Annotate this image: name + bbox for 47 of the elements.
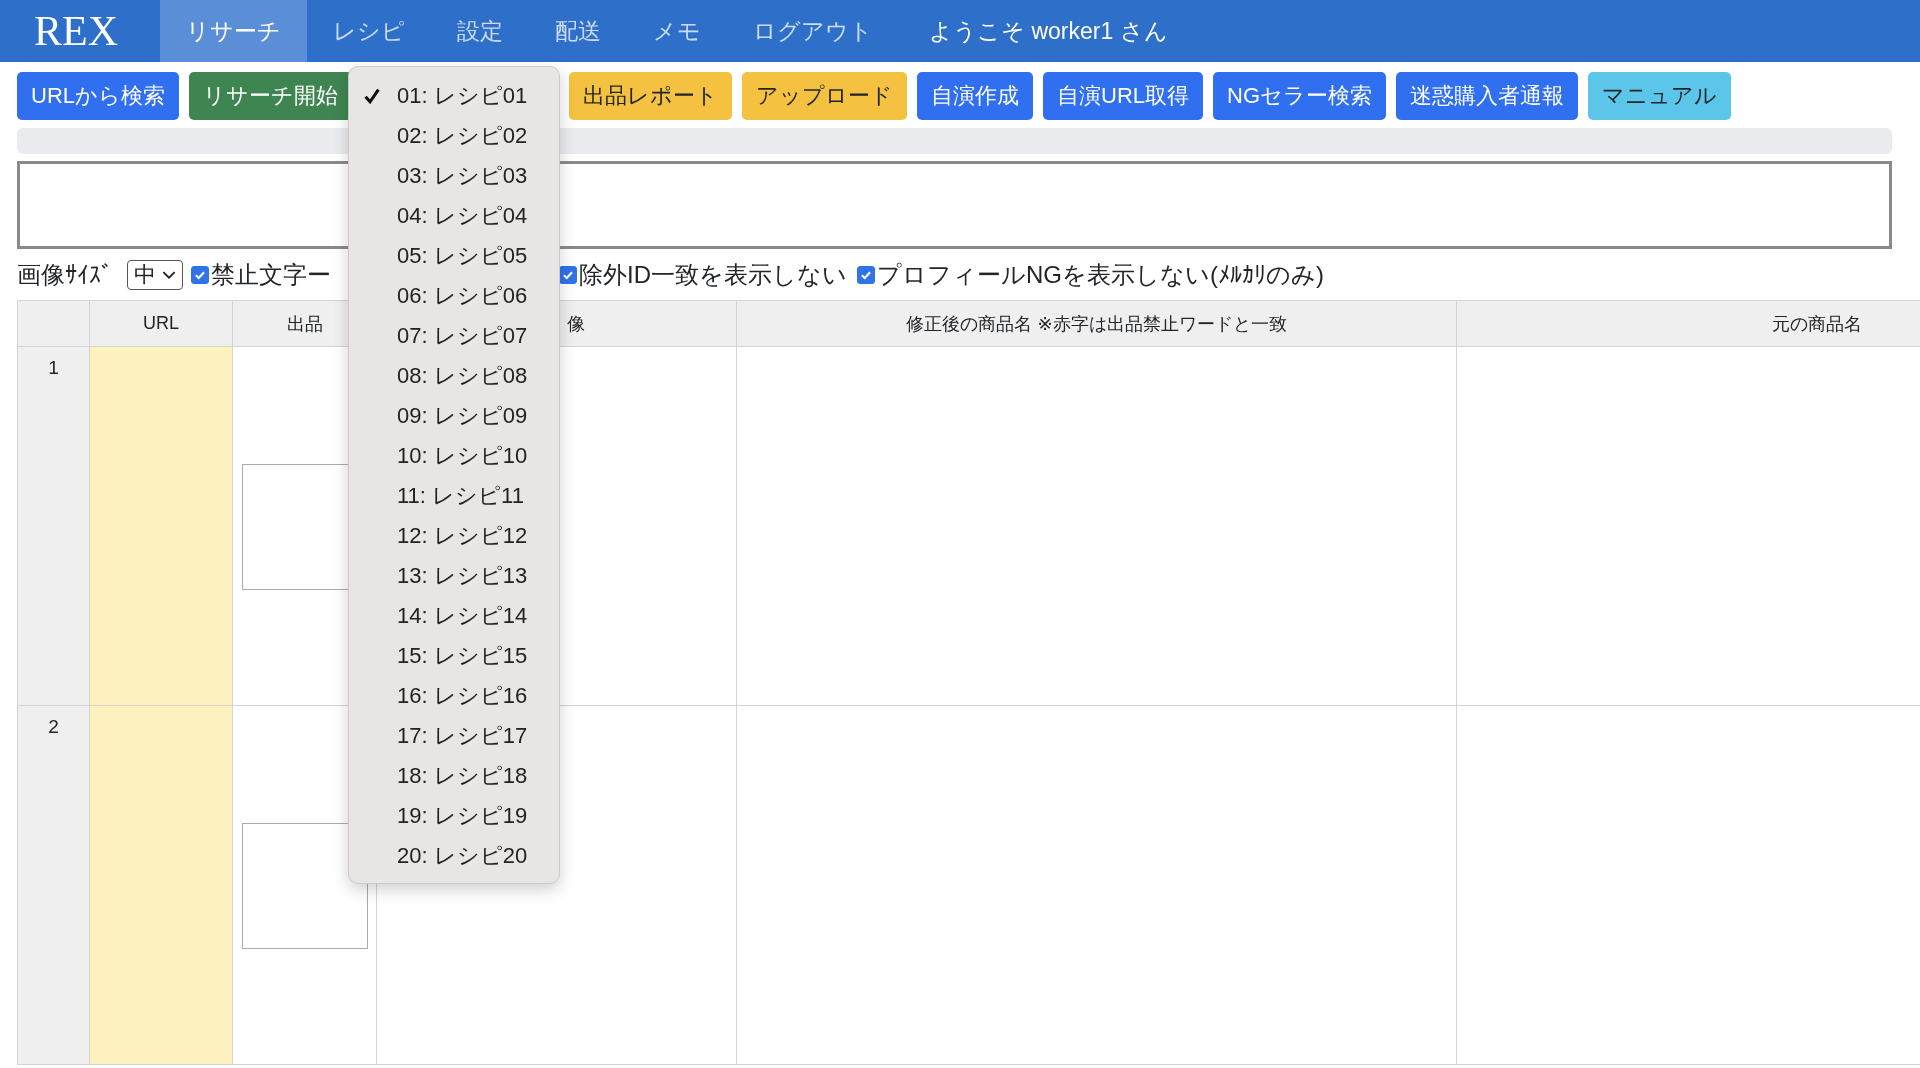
checkbox-label: 禁止文字ー — [211, 260, 331, 290]
menu-item[interactable]: 05: レシピ05 — [349, 236, 559, 276]
menu-item[interactable]: 20: レシピ20 — [349, 836, 559, 876]
action-button[interactable]: URLから検索 — [17, 72, 179, 120]
logo[interactable]: REX — [0, 0, 160, 62]
menu-item[interactable]: 08: レシピ08 — [349, 356, 559, 396]
checkbox-label: 除外ID一致を表示しない — [579, 260, 847, 290]
nav-tab[interactable]: 設定 — [431, 0, 529, 62]
chevron-down-icon — [162, 270, 176, 280]
menu-item[interactable]: 16: レシピ16 — [349, 676, 559, 716]
action-button[interactable]: アップロード — [742, 72, 907, 120]
menu-item[interactable]: 03: レシピ03 — [349, 156, 559, 196]
checkmark-icon — [363, 87, 381, 105]
nav-tab[interactable]: ログアウト — [727, 0, 899, 62]
menu-item[interactable]: 18: レシピ18 — [349, 756, 559, 796]
action-button[interactable]: マニュアル — [1588, 72, 1732, 120]
menu-item[interactable]: 04: レシピ04 — [349, 196, 559, 236]
menu-item[interactable]: 15: レシピ15 — [349, 636, 559, 676]
action-button[interactable]: NGセラー検索 — [1213, 72, 1387, 120]
menu-item[interactable]: 13: レシピ13 — [349, 556, 559, 596]
row-number: 2 — [17, 705, 90, 1065]
menu-item[interactable]: 17: レシピ17 — [349, 716, 559, 756]
menu-item[interactable]: 11: レシピ11 — [349, 476, 559, 516]
menu-item[interactable]: 14: レシピ14 — [349, 596, 559, 636]
welcome-text: ようこそ worker1 さん — [928, 16, 1169, 46]
menu-item[interactable]: 02: レシピ02 — [349, 116, 559, 156]
action-button[interactable]: 迷惑購入者通報 — [1396, 72, 1579, 120]
nav-tab[interactable]: メモ — [627, 0, 727, 62]
checkbox[interactable] — [857, 266, 875, 284]
menu-item[interactable]: 09: レシピ09 — [349, 396, 559, 436]
action-button[interactable]: 自演URL取得 — [1043, 72, 1204, 120]
nav-tab[interactable]: レシピ — [307, 0, 431, 62]
menu-item[interactable]: 19: レシピ19 — [349, 796, 559, 836]
menu-item[interactable]: 01: レシピ01 — [349, 76, 559, 116]
checkbox-label: プロフィールNGを表示しない(ﾒﾙｶﾘのみ) — [877, 260, 1324, 290]
checkbox[interactable] — [191, 266, 209, 284]
action-button[interactable]: 自演作成 — [917, 72, 1033, 120]
nav-tab[interactable]: 配送 — [529, 0, 627, 62]
column-header: URL — [89, 300, 233, 347]
menu-item[interactable]: 10: レシピ10 — [349, 436, 559, 476]
column-header: 元の商品名 — [1456, 300, 1920, 347]
column-header: 修正後の商品名 ※赤字は出品禁止ワードと一致 — [736, 300, 1457, 347]
row-number: 1 — [17, 346, 90, 706]
menu-item[interactable]: 12: レシピ12 — [349, 516, 559, 556]
action-button[interactable]: 出品レポート — [569, 72, 732, 120]
image-size-label: 画像ｻｲｽﾞ — [17, 260, 113, 290]
image-size-select[interactable]: 中 — [127, 260, 183, 290]
